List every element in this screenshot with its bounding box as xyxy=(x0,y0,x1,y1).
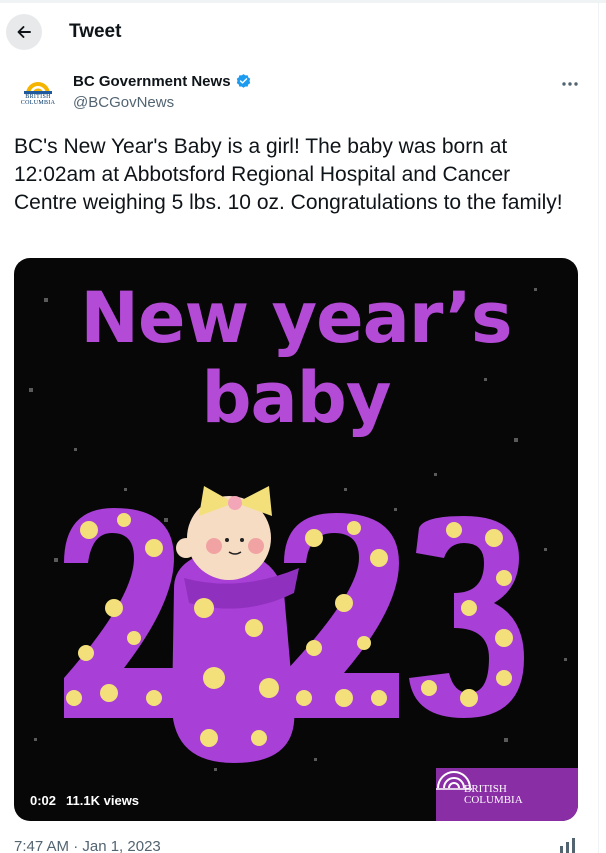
tweet-author: BRITISH COLUMBIA BC Government News @BCG… xyxy=(0,66,598,122)
author-handle[interactable]: @BCGovNews xyxy=(73,94,174,111)
video-time: 0:02 xyxy=(30,793,57,808)
more-dots-icon xyxy=(562,82,578,86)
top-border xyxy=(0,0,606,3)
avatar-text-line2: COLUMBIA xyxy=(20,100,56,106)
verified-badge-icon xyxy=(236,74,250,88)
tweet-timestamp[interactable]: 7:47 AM · Jan 1, 2023 xyxy=(14,838,161,853)
bc-logo-text: BRITISH COLUMBIA xyxy=(464,782,523,806)
column-border xyxy=(598,0,599,853)
analytics-icon[interactable] xyxy=(558,838,580,853)
more-button[interactable] xyxy=(556,70,584,98)
tweet-header: Tweet xyxy=(0,8,598,56)
tweet-text: BC's New Year's Baby is a girl! The baby… xyxy=(14,135,563,214)
video-headline-line2: baby xyxy=(201,357,391,439)
video-views: 11.1K views xyxy=(66,793,140,808)
bc-logo-line1: BRITISH xyxy=(464,782,507,795)
bc-logo: BRITISH COLUMBIA xyxy=(436,768,578,821)
back-button[interactable] xyxy=(6,14,42,50)
tweet-video[interactable]: New year’s baby 0:02 11.1K views BRITISH… xyxy=(14,258,578,821)
page-title: Tweet xyxy=(69,21,122,42)
author-name-row: BC Government News xyxy=(73,73,252,90)
bc-logo-line2: COLUMBIA xyxy=(464,793,523,806)
arrow-left-icon xyxy=(17,26,31,38)
video-meta: 0:02 11.1K views xyxy=(30,793,139,808)
video-headline-line1: New year’s xyxy=(80,277,512,359)
bc-logo-sun-icon xyxy=(436,771,472,790)
bc-logo-sun-icon xyxy=(24,82,52,94)
author-name[interactable]: BC Government News xyxy=(73,73,231,90)
avatar[interactable]: BRITISH COLUMBIA xyxy=(15,70,61,116)
